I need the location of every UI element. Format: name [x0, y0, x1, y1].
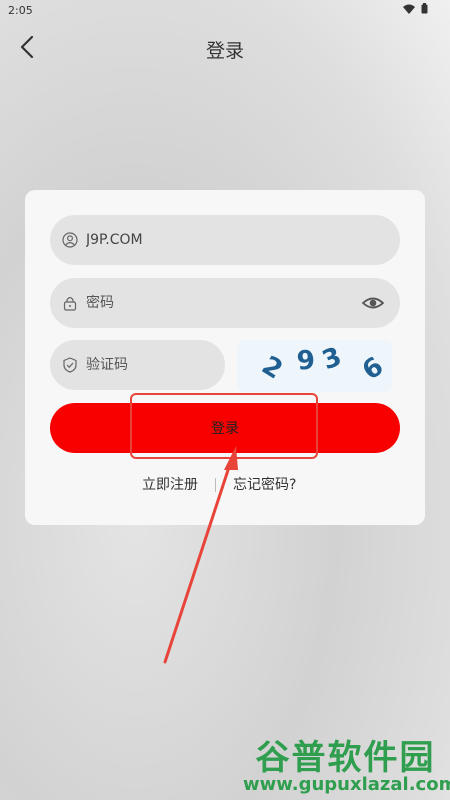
captcha-digit: 6 — [357, 351, 390, 387]
captcha-input[interactable] — [84, 356, 262, 374]
status-bar: 2:05 — [0, 0, 450, 22]
captcha-image[interactable]: 2 9 3 6 — [237, 340, 392, 392]
captcha-digit: 2 — [256, 350, 288, 386]
password-input[interactable] — [84, 294, 400, 312]
page-title: 登录 — [205, 40, 244, 62]
auth-links: 立即注册 忘记密码? — [25, 474, 425, 496]
password-field[interactable] — [50, 278, 400, 328]
captcha-digit: 3 — [318, 341, 346, 377]
captcha-field[interactable] — [50, 340, 262, 390]
system-icons — [402, 3, 429, 17]
header: 登录 — [0, 30, 450, 66]
captcha-digit: 9 — [295, 345, 317, 377]
login-button[interactable]: 登录 — [50, 403, 400, 453]
watermark-url: www.gupuxlazal.com — [243, 774, 450, 795]
battery-icon — [421, 3, 428, 14]
eye-icon[interactable] — [361, 293, 385, 313]
wifi-icon — [402, 4, 415, 14]
status-time: 2:05 — [8, 4, 33, 17]
lock-icon — [62, 295, 78, 311]
watermark-logo: 谷普软件园 www.gupuxlazal.com — [243, 730, 450, 798]
username-input[interactable] — [84, 231, 400, 249]
shield-icon — [62, 357, 78, 373]
links-divider — [215, 478, 216, 492]
login-card: 2 9 3 6 登录 立即注册 忘记密码? — [25, 190, 425, 525]
register-link[interactable]: 立即注册 — [142, 474, 198, 494]
watermark-title: 谷普软件园 — [255, 738, 436, 778]
username-field[interactable] — [50, 215, 400, 265]
forgot-password-link[interactable]: 忘记密码? — [233, 474, 296, 494]
user-icon — [62, 232, 78, 248]
